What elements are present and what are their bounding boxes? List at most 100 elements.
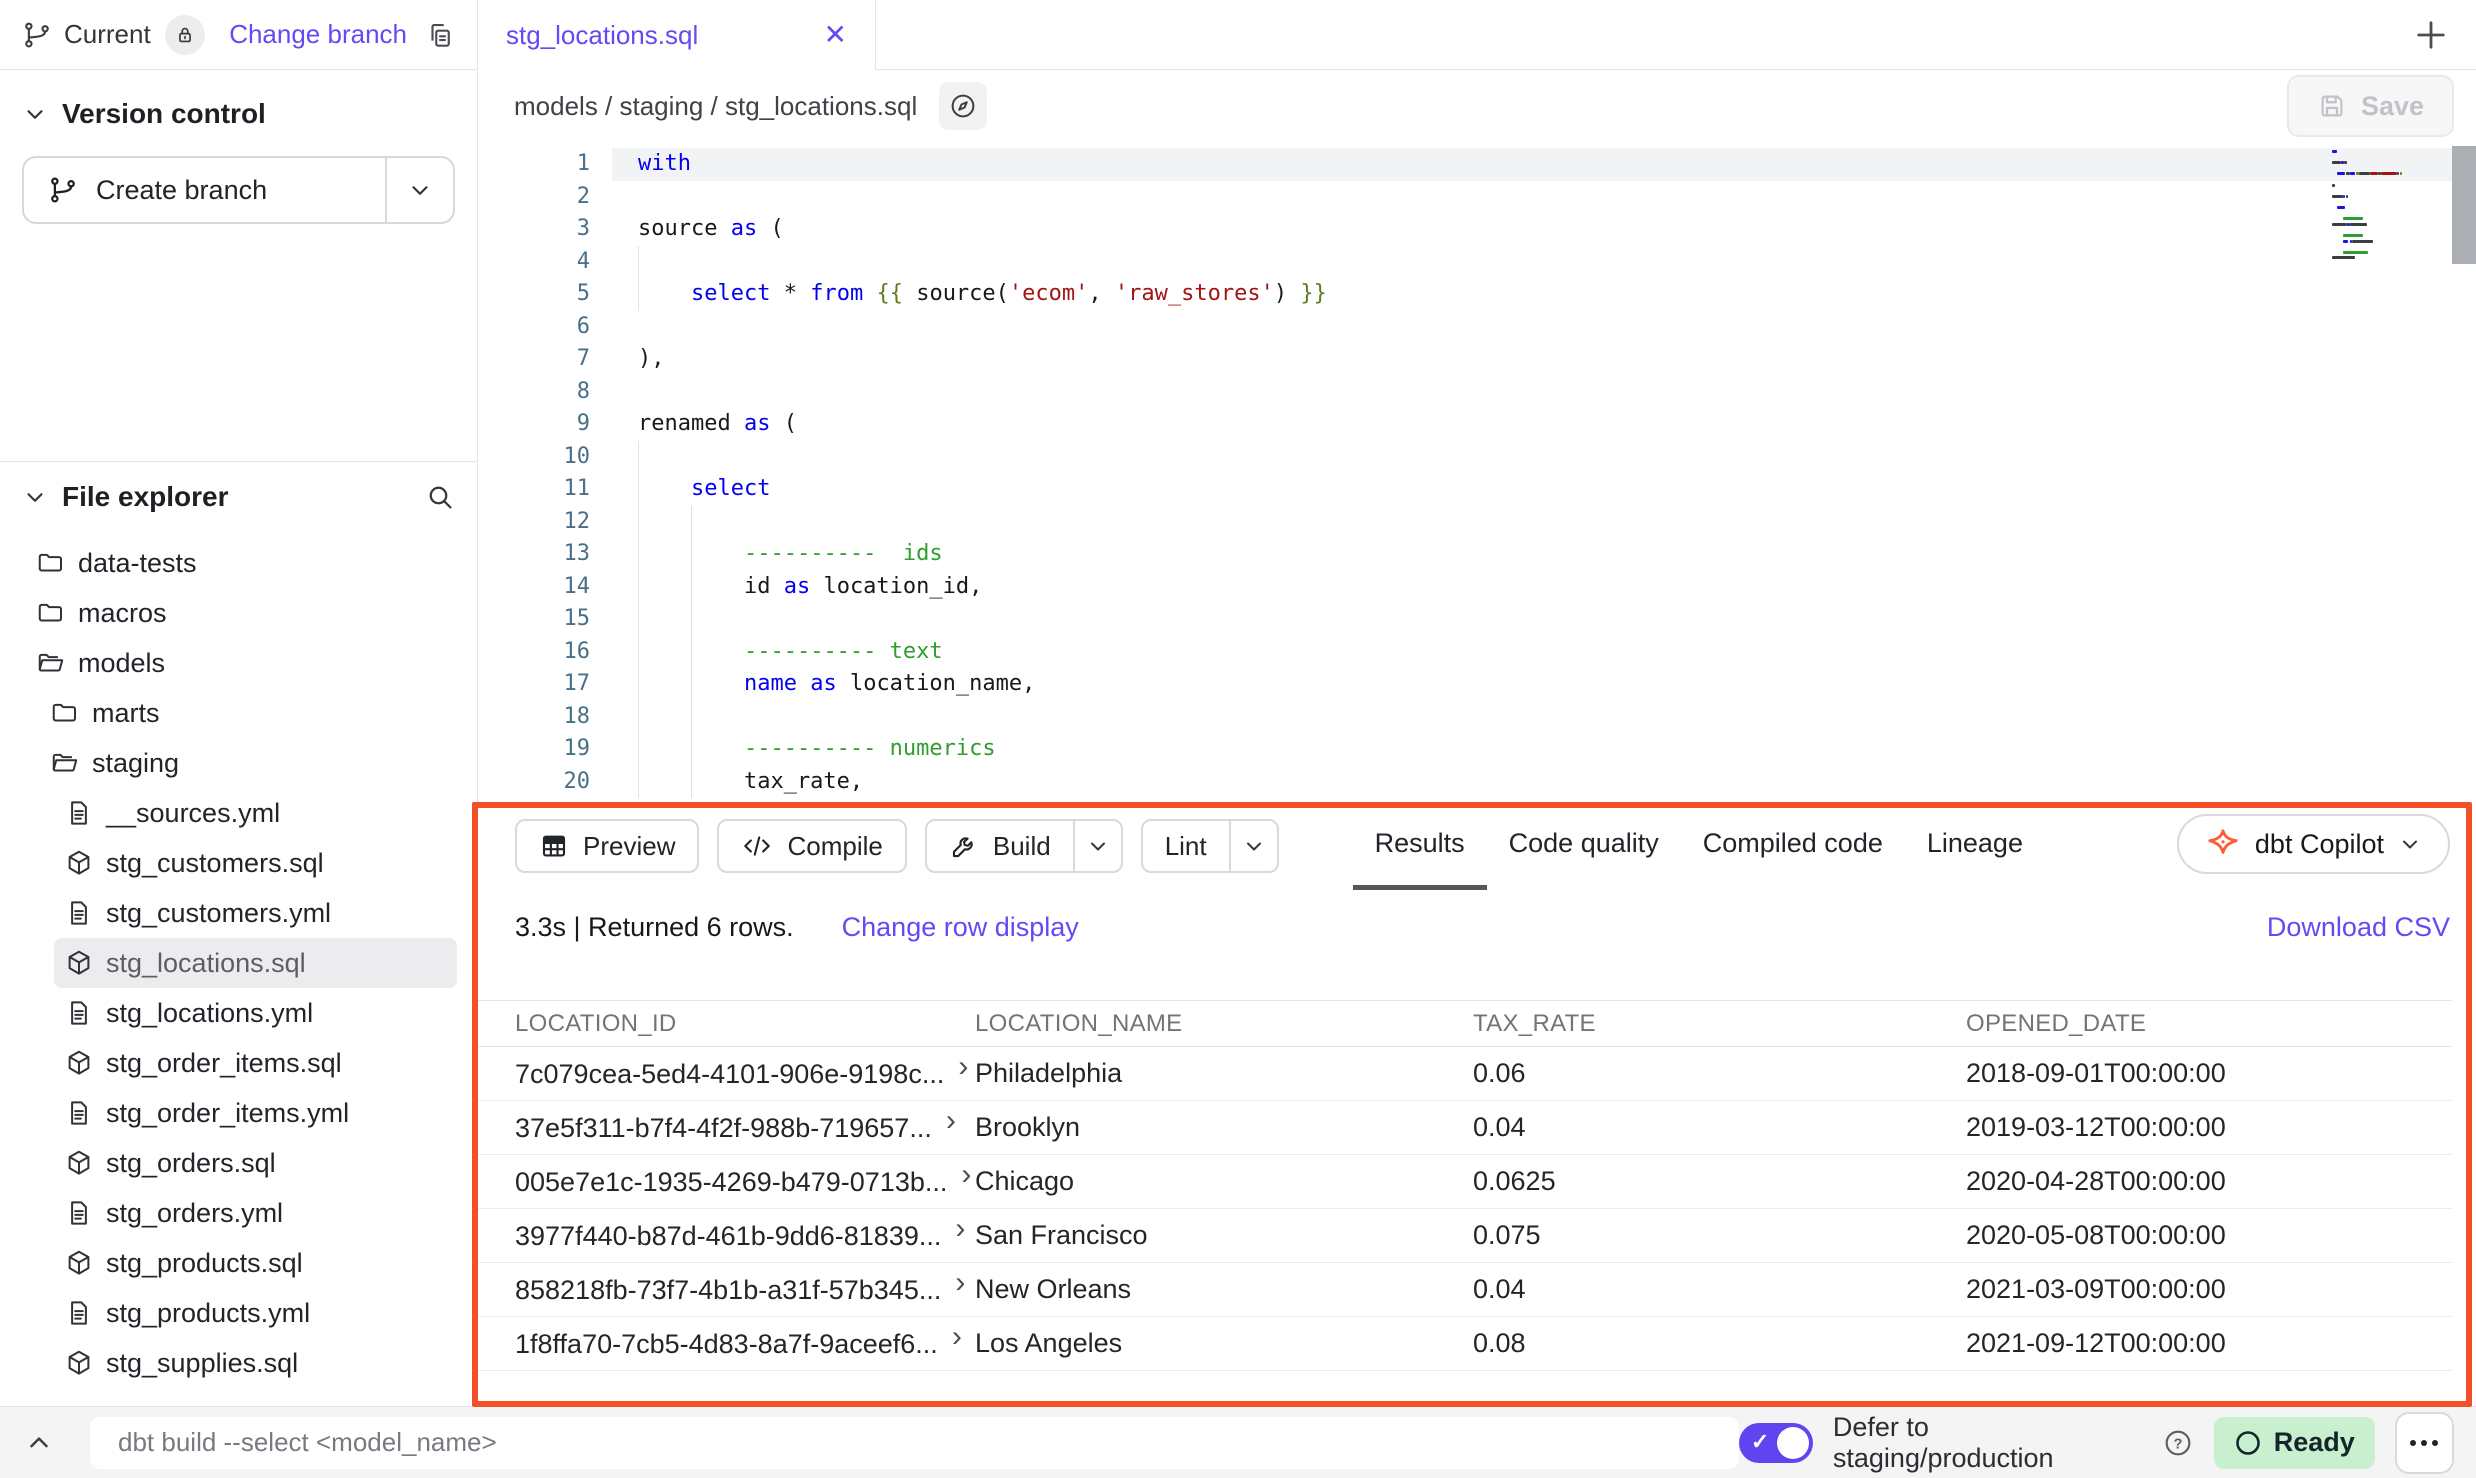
file-label: stg_locations.sql — [106, 948, 306, 979]
version-control-title: Version control — [62, 98, 266, 130]
code-line-13[interactable]: ---------- ids — [612, 538, 2476, 571]
version-control-header[interactable]: Version control — [0, 98, 477, 130]
model-icon — [64, 848, 94, 878]
file-tree-item-macros[interactable]: macros — [0, 588, 477, 638]
tab-title: stg_locations.sql — [506, 20, 824, 51]
code-line-1[interactable]: with — [612, 148, 2476, 181]
tab-stg-locations[interactable]: stg_locations.sql ✕ — [478, 0, 876, 70]
code-line-17[interactable]: name as location_name, — [612, 668, 2476, 701]
code-editor[interactable]: 1234567891011121314151617181920 withsour… — [478, 142, 2476, 802]
file-tree-item-stg-locations-sql[interactable]: stg_locations.sql — [54, 938, 457, 988]
help-icon[interactable]: ? — [2162, 1427, 2194, 1459]
search-icon[interactable] — [425, 482, 455, 512]
file-tree-item-stg-order-items-sql[interactable]: stg_order_items.sql — [0, 1038, 477, 1088]
file-tree-item-stg-customers-yml[interactable]: stg_customers.yml — [0, 888, 477, 938]
new-tab-button[interactable] — [2410, 14, 2452, 56]
file-tree-item-models[interactable]: models — [0, 638, 477, 688]
table-row[interactable]: 1f8ffa70-7cb5-4d83-8a7f-9aceef6...›Los A… — [478, 1317, 2452, 1371]
editor-scrollbar[interactable] — [2452, 146, 2476, 264]
panel-tab-code-quality[interactable]: Code quality — [1487, 802, 1681, 890]
file-tree-item-data-tests[interactable]: data-tests — [0, 538, 477, 588]
table-row[interactable]: 7c079cea-5ed4-4101-906e-9198c...›Philade… — [478, 1047, 2452, 1101]
copy-icon[interactable] — [425, 20, 455, 50]
table-row[interactable]: 3977f440-b87d-461b-9dd6-81839...›San Fra… — [478, 1209, 2452, 1263]
code-line-11[interactable]: select — [612, 473, 2476, 506]
file-tree-item-stg-supplies-sql[interactable]: stg_supplies.sql — [0, 1338, 477, 1388]
code-line-8[interactable] — [612, 376, 2476, 409]
ide-status-badge[interactable]: Ready — [2214, 1417, 2375, 1469]
code-line-15[interactable] — [612, 603, 2476, 636]
file-tree-item-stg-products-sql[interactable]: stg_products.sql — [0, 1238, 477, 1288]
code-line-9[interactable]: renamed as ( — [612, 408, 2476, 441]
panel-tab-compiled-code[interactable]: Compiled code — [1681, 802, 1905, 890]
file-tree-item-stg-orders-sql[interactable]: stg_orders.sql — [0, 1138, 477, 1188]
file-tree-item--sources-yml[interactable]: __sources.yml — [0, 788, 477, 838]
expand-row-chevron-icon[interactable]: › — [955, 1212, 965, 1246]
table-row[interactable]: 37e5f311-b7f4-4f2f-988b-719657...›Brookl… — [478, 1101, 2452, 1155]
file-tree-item-marts[interactable]: marts — [0, 688, 477, 738]
indent-guide — [638, 473, 639, 506]
lint-button[interactable]: Lint — [1141, 819, 1279, 873]
build-dropdown[interactable] — [1075, 821, 1121, 871]
folder-icon — [36, 598, 66, 628]
line-number: 10 — [478, 441, 590, 474]
dbt-copilot-button[interactable]: dbt Copilot — [2177, 814, 2450, 874]
code-line-10[interactable] — [612, 441, 2476, 474]
code-line-20[interactable]: tax_rate, — [612, 766, 2476, 799]
preview-button[interactable]: Preview — [515, 819, 699, 873]
code-line-14[interactable]: id as location_id, — [612, 571, 2476, 604]
create-branch-button[interactable]: Create branch — [22, 156, 455, 224]
file-tree-item-stg-products-yml[interactable]: stg_products.yml — [0, 1288, 477, 1338]
command-input[interactable]: dbt build --select <model_name> — [90, 1417, 1739, 1469]
download-csv-link[interactable]: Download CSV — [2267, 912, 2450, 943]
doc-icon — [64, 1098, 94, 1128]
table-row[interactable]: 858218fb-73f7-4b1b-a31f-57b345...›New Or… — [478, 1263, 2452, 1317]
expand-row-chevron-icon[interactable]: › — [952, 1320, 962, 1354]
line-number: 20 — [478, 766, 590, 799]
code-line-19[interactable]: ---------- numerics — [612, 733, 2476, 766]
code-line-3[interactable]: source as ( — [612, 213, 2476, 246]
change-branch-link[interactable]: Change branch — [229, 19, 407, 50]
current-branch-label: Current — [64, 19, 151, 50]
code-line-12[interactable] — [612, 506, 2476, 539]
file-explorer-header[interactable]: File explorer — [0, 462, 477, 532]
expand-row-chevron-icon[interactable]: › — [958, 1050, 968, 1084]
panel-tab-lineage[interactable]: Lineage — [1905, 802, 2045, 890]
file-tree-item-stg-order-items-yml[interactable]: stg_order_items.yml — [0, 1088, 477, 1138]
code-area[interactable]: with source as ( select * from {{ source(… — [612, 148, 2476, 802]
chevron-up-icon[interactable] — [24, 1428, 54, 1458]
code-line-2[interactable] — [612, 181, 2476, 214]
create-branch-main[interactable]: Create branch — [24, 158, 385, 222]
create-branch-dropdown[interactable] — [387, 158, 453, 222]
file-tree-item-stg-customers-sql[interactable]: stg_customers.sql — [0, 838, 477, 888]
file-tree-item-staging[interactable]: staging — [0, 738, 477, 788]
file-tree-item-stg-orders-yml[interactable]: stg_orders.yml — [0, 1188, 477, 1238]
indent-guide — [691, 766, 692, 799]
expand-row-chevron-icon[interactable]: › — [955, 1266, 965, 1300]
file-tree-item-stg-locations-yml[interactable]: stg_locations.yml — [0, 988, 477, 1038]
compile-button[interactable]: Compile — [717, 819, 906, 873]
code-line-6[interactable] — [612, 311, 2476, 344]
expand-row-chevron-icon[interactable]: › — [961, 1158, 971, 1192]
save-button[interactable]: Save — [2287, 75, 2454, 137]
model-icon — [64, 1248, 94, 1278]
table-row[interactable]: 005e7e1c-1935-4269-b479-0713b...›Chicago… — [478, 1155, 2452, 1209]
close-icon[interactable]: ✕ — [824, 21, 847, 49]
expand-row-chevron-icon[interactable]: › — [946, 1104, 956, 1138]
cell: Brooklyn — [975, 1101, 1473, 1155]
code-line-4[interactable] — [612, 246, 2476, 279]
more-options-button[interactable] — [2395, 1412, 2454, 1474]
lineage-compass-icon[interactable] — [939, 82, 987, 130]
code-line-5[interactable]: select * from {{ source('ecom', 'raw_sto… — [612, 278, 2476, 311]
lint-dropdown[interactable] — [1231, 821, 1277, 871]
minimap[interactable] — [2332, 150, 2448, 262]
build-button[interactable]: Build — [925, 819, 1123, 873]
defer-toggle[interactable]: ✓ — [1739, 1423, 1813, 1463]
panel-tab-results[interactable]: Results — [1353, 802, 1487, 890]
change-row-display-link[interactable]: Change row display — [842, 912, 1079, 943]
file-label: stg_order_items.sql — [106, 1048, 342, 1079]
file-label: __sources.yml — [106, 798, 280, 829]
code-line-18[interactable] — [612, 701, 2476, 734]
code-line-16[interactable]: ---------- text — [612, 636, 2476, 669]
code-line-7[interactable]: ), — [612, 343, 2476, 376]
